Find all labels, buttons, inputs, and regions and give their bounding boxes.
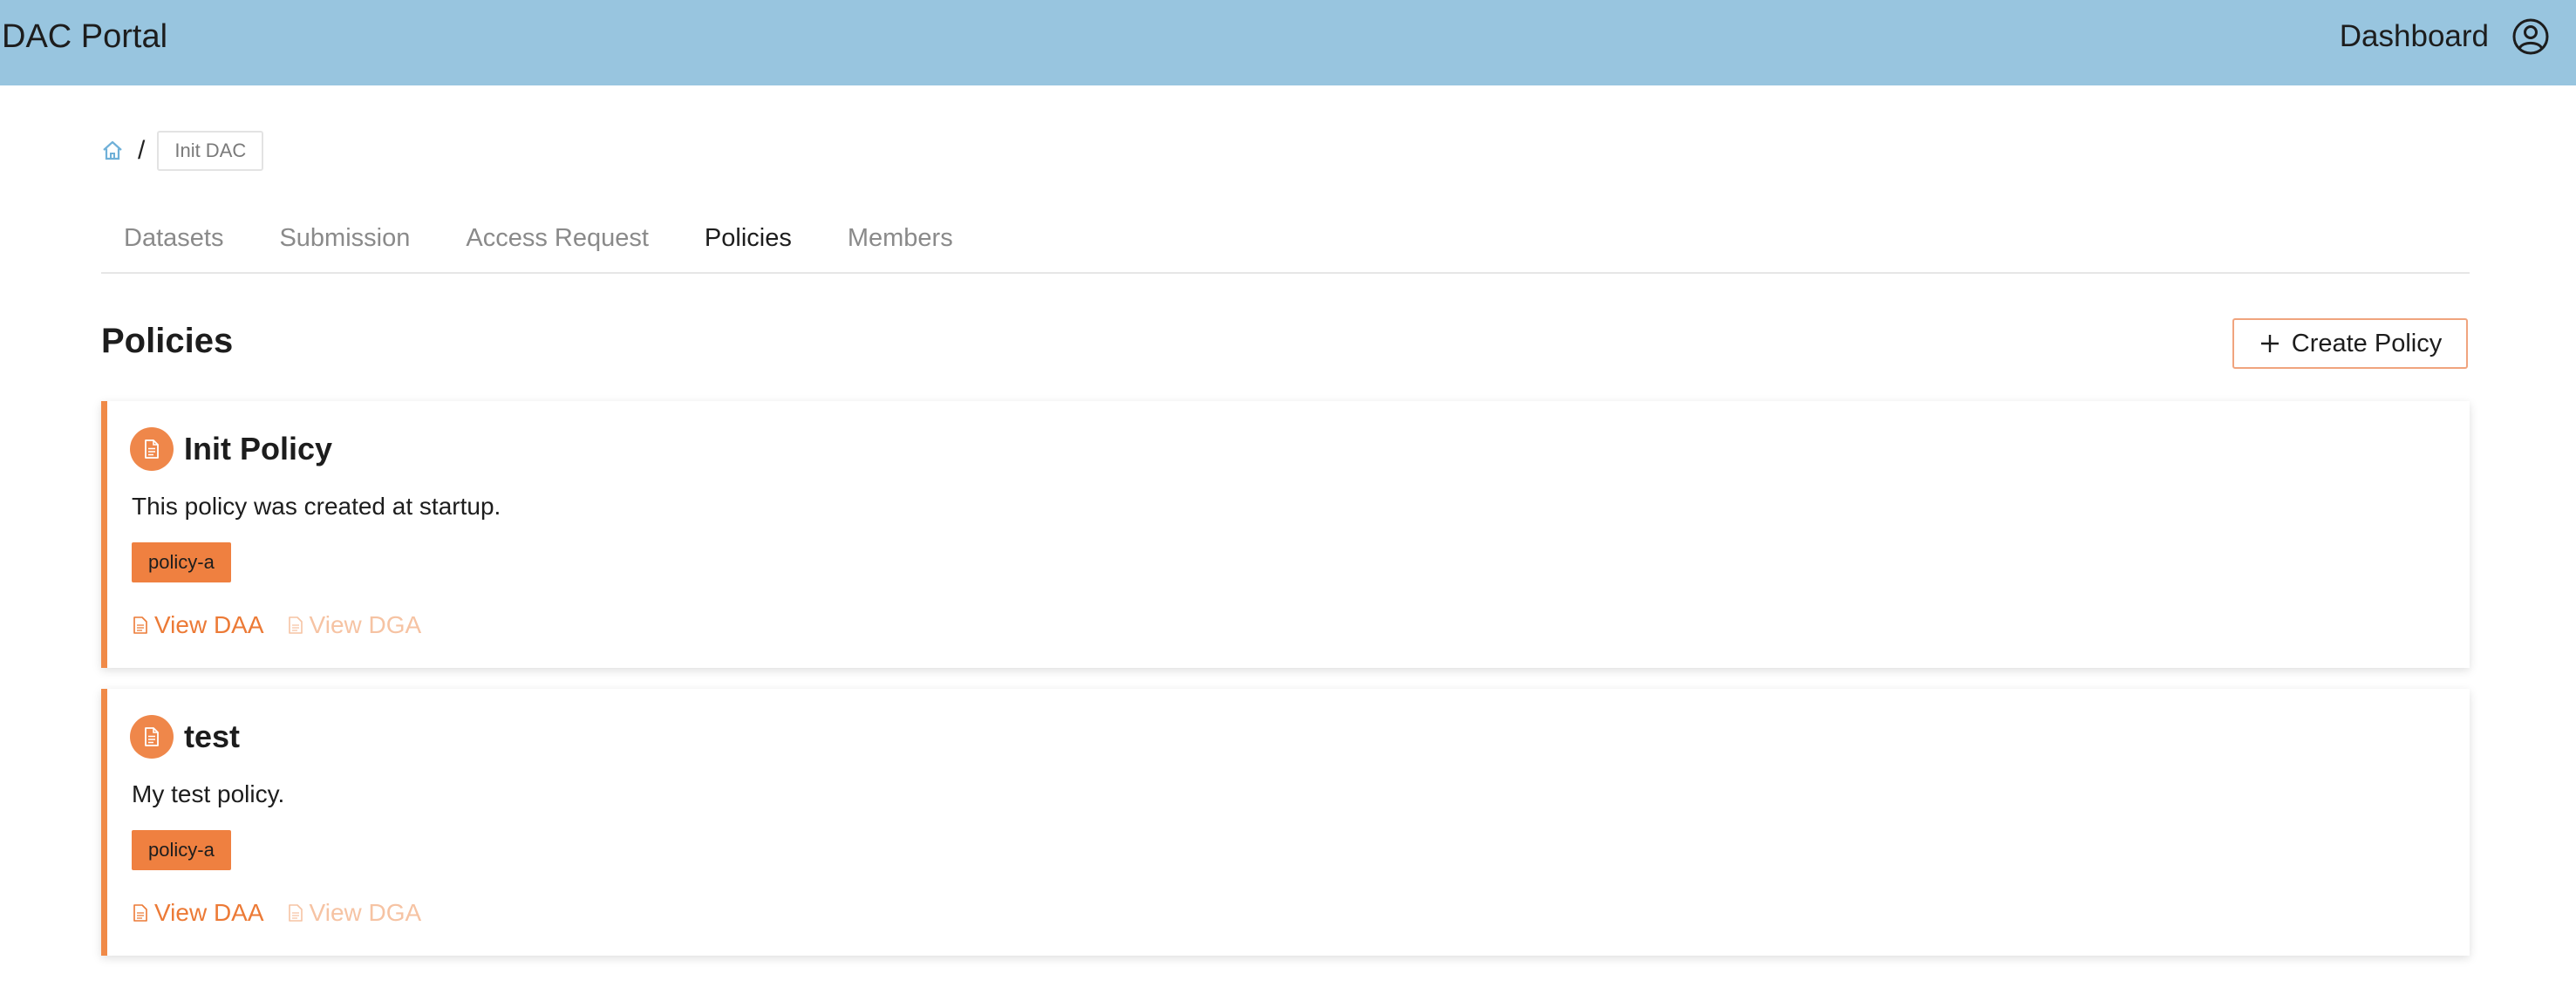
user-circle-icon[interactable] — [2511, 17, 2550, 56]
document-icon — [133, 616, 147, 634]
policy-card-header: Init Policy — [130, 427, 332, 471]
policy-description: This policy was created at startup. — [132, 493, 501, 520]
page-title: Policies — [101, 322, 234, 360]
tab-members[interactable]: Members — [825, 211, 976, 272]
view-daa-label: View DAA — [154, 899, 264, 926]
tab-access-request[interactable]: Access Request — [443, 211, 671, 272]
view-dga-link[interactable]: View DGA — [287, 610, 422, 640]
app-title[interactable]: DAC Portal — [2, 17, 167, 56]
policy-tag: policy-a — [132, 542, 231, 582]
policy-card: Init Policy This policy was created at s… — [101, 401, 2470, 668]
document-icon — [288, 616, 303, 634]
policy-links: View DAA View DGA — [132, 610, 421, 640]
policy-tag: policy-a — [132, 830, 231, 870]
plus-icon — [2260, 335, 2279, 352]
dashboard-link[interactable]: Dashboard — [2340, 16, 2489, 58]
home-icon[interactable] — [101, 140, 124, 162]
document-icon — [133, 904, 147, 922]
policy-title: Init Policy — [184, 431, 333, 466]
view-dga-label: View DGA — [309, 611, 422, 638]
breadcrumb-current: Init DAC — [157, 131, 264, 171]
policy-card: test My test policy. policy-a View DAA V… — [101, 689, 2470, 956]
view-daa-link[interactable]: View DAA — [132, 610, 264, 640]
document-icon — [130, 427, 174, 471]
top-header: DAC Portal Dashboard — [0, 0, 2576, 85]
breadcrumb-separator: / — [138, 136, 146, 165]
document-icon — [288, 904, 303, 922]
policy-card-header: test — [130, 715, 240, 759]
breadcrumb: / Init DAC — [101, 131, 264, 171]
header-actions: Dashboard — [2340, 16, 2550, 58]
view-daa-link[interactable]: View DAA — [132, 898, 264, 928]
create-policy-label: Create Policy — [2291, 329, 2443, 358]
view-daa-label: View DAA — [154, 611, 264, 638]
policy-title: test — [184, 718, 241, 754]
policy-links: View DAA View DGA — [132, 898, 421, 928]
tab-submission[interactable]: Submission — [256, 211, 433, 272]
policy-description: My test policy. — [132, 780, 285, 807]
tab-datasets[interactable]: Datasets — [101, 211, 246, 272]
document-icon — [130, 715, 174, 759]
view-dga-link[interactable]: View DGA — [287, 898, 422, 928]
view-dga-label: View DGA — [309, 899, 422, 926]
tab-bar: Datasets Submission Access Request Polic… — [101, 211, 2470, 274]
create-policy-button[interactable]: Create Policy — [2232, 318, 2468, 369]
tab-policies[interactable]: Policies — [682, 211, 814, 272]
